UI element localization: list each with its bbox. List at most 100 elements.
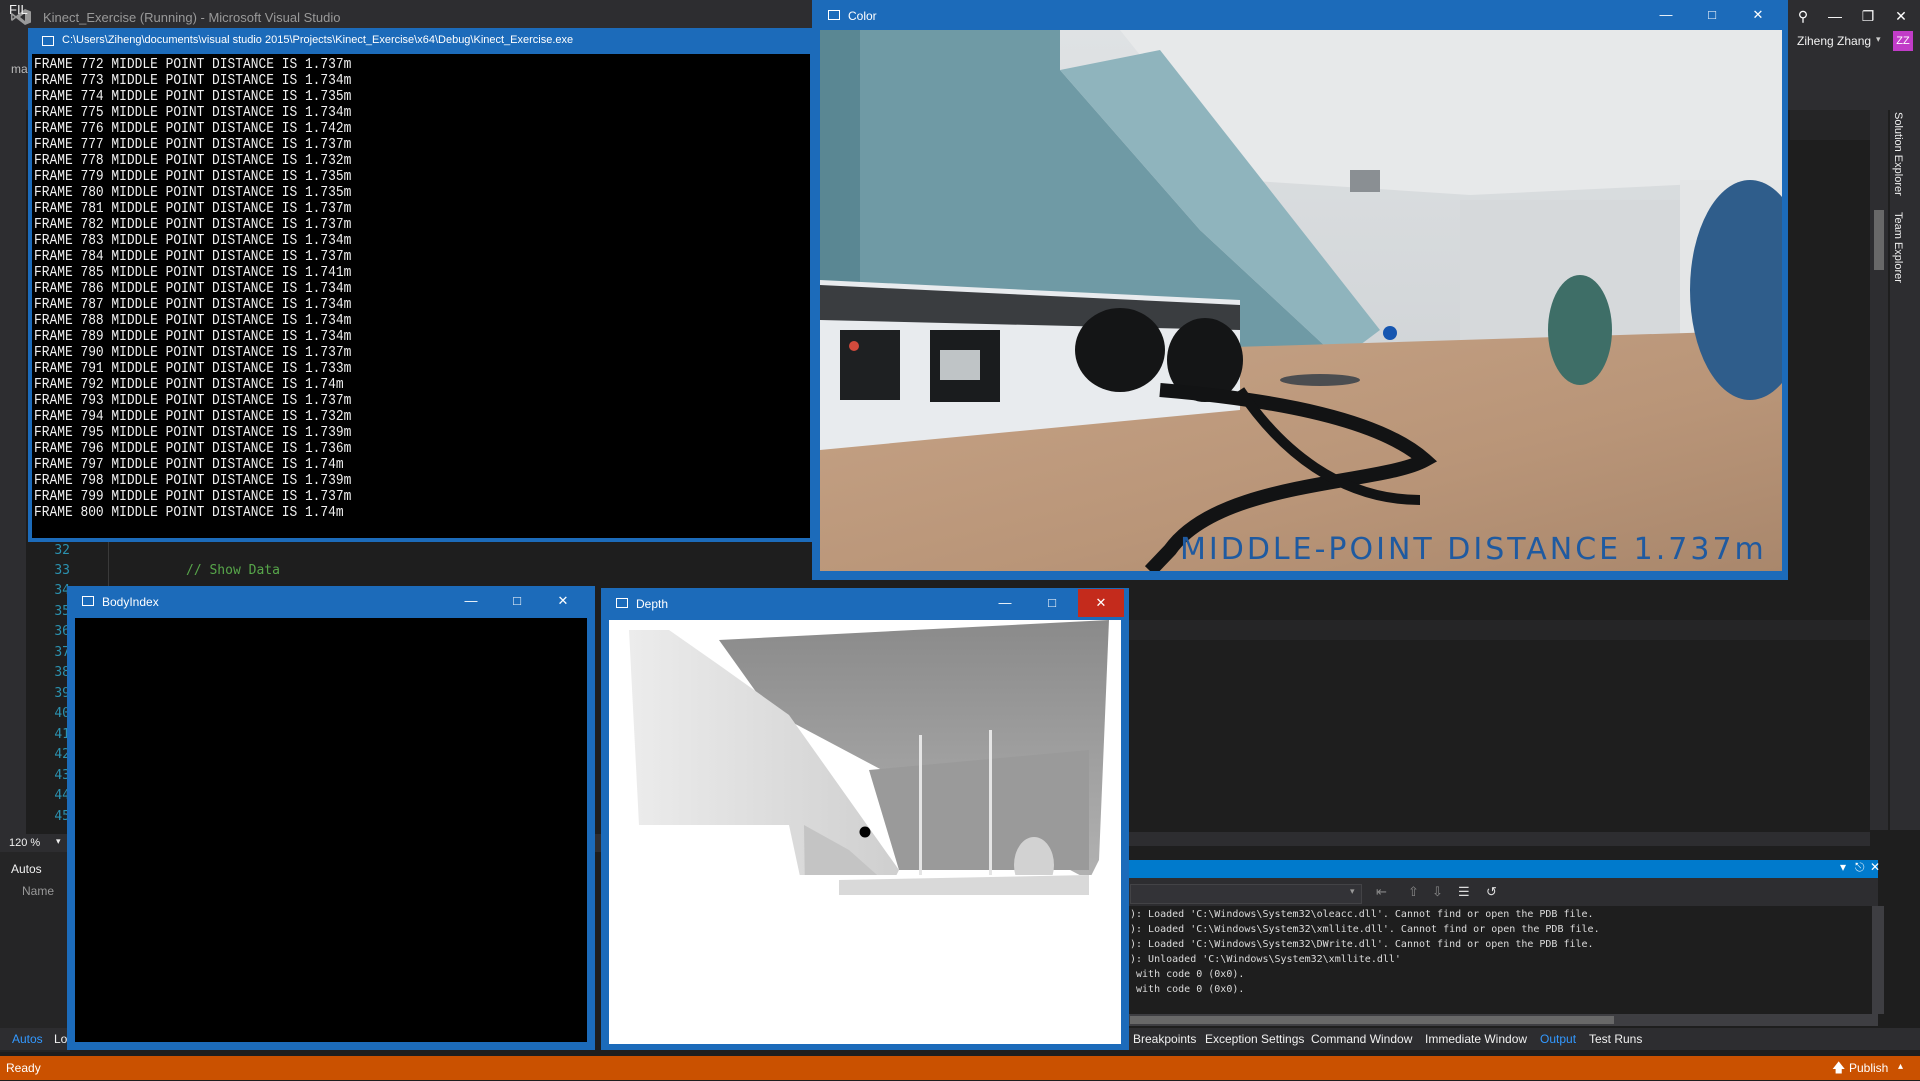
middle-point-marker xyxy=(1383,326,1397,340)
output-panel-header xyxy=(1128,860,1878,878)
line-number: 43 xyxy=(54,768,70,783)
find-message-icon[interactable]: ⇤ xyxy=(1376,884,1387,900)
console-line: FRAME 792 MIDDLE POINT DISTANCE IS 1.74m xyxy=(34,376,344,393)
search-icon[interactable]: ⚲ xyxy=(1790,4,1816,28)
line-number: 40 xyxy=(54,706,70,721)
maximize-icon[interactable]: □ xyxy=(1032,589,1072,617)
user-name[interactable]: Ziheng Zhang xyxy=(1797,34,1871,48)
minimize-icon[interactable]: — xyxy=(1822,4,1848,28)
tab-team-explorer[interactable]: Team Explorer xyxy=(1892,212,1904,283)
line-number: 32 xyxy=(54,543,70,558)
color-titlebar[interactable] xyxy=(812,0,1788,30)
console-line: FRAME 786 MIDDLE POINT DISTANCE IS 1.734… xyxy=(34,280,352,297)
color-scene-image xyxy=(820,30,1782,571)
console-line: FRAME 793 MIDDLE POINT DISTANCE IS 1.737… xyxy=(34,392,352,409)
console-line: FRAME 783 MIDDLE POINT DISTANCE IS 1.734… xyxy=(34,232,352,249)
color-window-icon xyxy=(828,10,840,20)
console-line: FRAME 791 MIDDLE POINT DISTANCE IS 1.733… xyxy=(34,360,352,377)
line-number: 44 xyxy=(54,788,70,803)
depth-image xyxy=(609,620,1121,1044)
chevron-up-icon[interactable]: ▴ xyxy=(1898,1061,1903,1072)
pin-icon[interactable]: ⎋ xyxy=(1855,860,1865,875)
minimize-icon[interactable]: — xyxy=(451,587,491,615)
minimize-icon[interactable]: — xyxy=(985,589,1025,617)
color-camera-frame xyxy=(820,30,1782,571)
output-line: ): Loaded 'C:\Windows\System32\DWrite.dl… xyxy=(1130,939,1594,950)
line-number: 41 xyxy=(54,727,70,742)
zoom-level[interactable]: 120 % xyxy=(9,837,40,849)
scrollbar-thumb[interactable] xyxy=(1130,1016,1614,1024)
output-vertical-scrollbar[interactable] xyxy=(1872,906,1884,1014)
close-icon[interactable]: ✕ xyxy=(1078,589,1124,617)
tab-breakpoints[interactable]: Breakpoints xyxy=(1133,1032,1196,1046)
tab-output[interactable]: Output xyxy=(1540,1032,1576,1046)
line-number: 39 xyxy=(54,686,70,701)
console-lines: FRAME 772 MIDDLE POINT DISTANCE IS 1.737… xyxy=(34,57,403,521)
console-line: FRAME 795 MIDDLE POINT DISTANCE IS 1.739… xyxy=(34,424,352,441)
tab-solution-explorer[interactable]: Solution Explorer xyxy=(1892,112,1904,196)
output-line: with code 0 (0x0). xyxy=(1130,984,1245,995)
clear-all-icon[interactable]: ☰ xyxy=(1458,884,1470,900)
maximize-icon[interactable]: □ xyxy=(1692,1,1732,29)
scrollbar-thumb[interactable] xyxy=(1874,210,1884,270)
close-icon[interactable]: ✕ xyxy=(1870,860,1880,874)
line-number: 45 xyxy=(54,809,70,824)
console-line: FRAME 772 MIDDLE POINT DISTANCE IS 1.737… xyxy=(34,56,352,73)
chevron-down-icon[interactable]: ▾ xyxy=(1876,34,1881,45)
console-line: FRAME 779 MIDDLE POINT DISTANCE IS 1.735… xyxy=(34,168,352,185)
maximize-icon[interactable]: □ xyxy=(497,587,537,615)
console-window-icon xyxy=(42,36,54,46)
console-line: FRAME 785 MIDDLE POINT DISTANCE IS 1.741… xyxy=(34,264,352,281)
color-window-title: Color xyxy=(848,9,877,23)
menu-file[interactable]: FIL xyxy=(9,2,28,17)
depth-frame xyxy=(609,620,1121,1044)
previous-message-icon[interactable]: ⇧ xyxy=(1408,884,1419,900)
console-line: FRAME 774 MIDDLE POINT DISTANCE IS 1.735… xyxy=(34,88,352,105)
console-line: FRAME 800 MIDDLE POINT DISTANCE IS 1.74m xyxy=(34,504,344,521)
editor-region xyxy=(1128,620,1870,640)
output-line: ): Unloaded 'C:\Windows\System32\xmllite… xyxy=(1130,954,1401,965)
tab-autos[interactable]: Autos xyxy=(12,1032,43,1046)
publish-button[interactable]: Publish xyxy=(1849,1061,1888,1075)
console-line: FRAME 797 MIDDLE POINT DISTANCE IS 1.74m xyxy=(34,456,344,473)
console-line: FRAME 796 MIDDLE POINT DISTANCE IS 1.736… xyxy=(34,440,352,457)
tab-test-runs[interactable]: Test Runs xyxy=(1589,1032,1642,1046)
window-title: Kinect_Exercise (Running) - Microsoft Vi… xyxy=(43,10,341,25)
bodyindex-window-icon xyxy=(82,596,94,606)
chevron-down-icon[interactable]: ▾ xyxy=(1840,860,1846,874)
close-icon[interactable]: ✕ xyxy=(1738,1,1778,29)
console-line: FRAME 777 MIDDLE POINT DISTANCE IS 1.737… xyxy=(34,136,352,153)
depth-window-title: Depth xyxy=(636,597,669,611)
close-icon[interactable]: ✕ xyxy=(1888,4,1914,28)
tab-exception-settings[interactable]: Exception Settings xyxy=(1205,1032,1304,1046)
publish-icon[interactable]: 🡅 xyxy=(1832,1059,1845,1081)
avatar[interactable]: ZZ xyxy=(1893,31,1913,51)
chevron-down-icon[interactable]: ▾ xyxy=(1350,886,1355,897)
console-line: FRAME 784 MIDDLE POINT DISTANCE IS 1.737… xyxy=(34,248,352,265)
output-line: ): Loaded 'C:\Windows\System32\oleacc.dl… xyxy=(1130,909,1594,920)
minimize-icon[interactable]: — xyxy=(1646,1,1686,29)
tab-locals[interactable]: Lo xyxy=(54,1032,67,1046)
restore-icon[interactable]: ❐ xyxy=(1855,4,1881,28)
console-line: FRAME 789 MIDDLE POINT DISTANCE IS 1.734… xyxy=(34,328,352,345)
console-line: FRAME 773 MIDDLE POINT DISTANCE IS 1.734… xyxy=(34,72,352,89)
output-line: with code 0 (0x0). xyxy=(1130,969,1245,980)
chevron-down-icon[interactable]: ▾ xyxy=(56,836,61,847)
bodyindex-frame xyxy=(75,618,587,1042)
middle-point-marker xyxy=(859,826,871,838)
console-line: FRAME 782 MIDDLE POINT DISTANCE IS 1.737… xyxy=(34,216,352,233)
line-number: 38 xyxy=(54,665,70,680)
tab-immediate-window[interactable]: Immediate Window xyxy=(1425,1032,1527,1046)
autos-name-column[interactable]: Name xyxy=(22,884,54,898)
word-wrap-icon[interactable]: ↺ xyxy=(1486,884,1497,900)
editor-horizontal-scrollbar[interactable] xyxy=(1128,832,1870,846)
line-number: 36 xyxy=(54,624,70,639)
next-message-icon[interactable]: ⇩ xyxy=(1432,884,1443,900)
toolbar-fragment: ma xyxy=(11,62,28,76)
console-line: FRAME 790 MIDDLE POINT DISTANCE IS 1.737… xyxy=(34,344,352,361)
bodyindex-window-title: BodyIndex xyxy=(102,595,159,609)
console-line: FRAME 798 MIDDLE POINT DISTANCE IS 1.739… xyxy=(34,472,352,489)
close-icon[interactable]: ✕ xyxy=(543,587,583,615)
output-source-select[interactable] xyxy=(1130,884,1362,904)
tab-command-window[interactable]: Command Window xyxy=(1311,1032,1412,1046)
